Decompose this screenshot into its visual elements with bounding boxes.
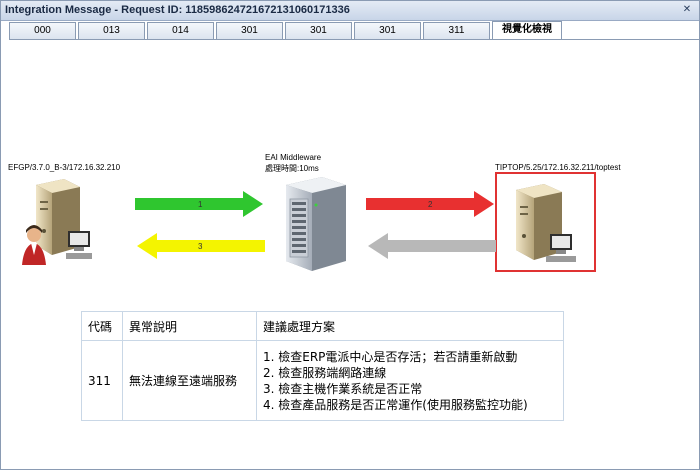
solution-cell: 1. 檢查ERP電派中心是否存活；若否請重新啟動 2. 檢查服務端網路連線 3.… bbox=[256, 340, 564, 421]
tab-311[interactable]: 311 bbox=[423, 22, 490, 39]
right-node-label: TIPTOP/5.25/172.16.32.211/toptest bbox=[495, 163, 621, 172]
arrow-3-label: 3 bbox=[198, 242, 203, 251]
right-node-highlight bbox=[495, 172, 596, 272]
left-node-label: EFGP/3.7.0_B-3/172.16.32.210 bbox=[8, 163, 121, 172]
middle-node-label: EAI Middleware bbox=[265, 153, 322, 162]
header-description: 異常說明 bbox=[122, 311, 257, 341]
error-table: 代碼 異常說明 建議處理方案 311 無法連線至遠端服務 1. 檢查ERP電派中… bbox=[81, 311, 564, 421]
rack-server-icon bbox=[286, 177, 346, 271]
tab-301-a[interactable]: 301 bbox=[216, 22, 283, 39]
arrow-4-left-icon bbox=[368, 233, 496, 259]
error-description-cell: 無法連線至遠端服務 bbox=[122, 340, 257, 421]
close-icon[interactable]: ✕ bbox=[681, 4, 693, 16]
tab-301-b[interactable]: 301 bbox=[285, 22, 352, 39]
error-table-header: 代碼 異常說明 建議處理方案 bbox=[81, 311, 564, 341]
error-code-cell: 311 bbox=[81, 340, 123, 421]
tab-bar: 000 013 014 301 301 301 311 視覺化檢視 bbox=[9, 21, 699, 40]
header-solution: 建議處理方案 bbox=[256, 311, 564, 341]
window-title: Integration Message - Request ID: 118598… bbox=[5, 4, 350, 16]
arrow-1-label: 1 bbox=[198, 200, 203, 209]
header-code: 代碼 bbox=[81, 311, 123, 341]
tab-000[interactable]: 000 bbox=[9, 22, 76, 39]
table-row: 311 無法連線至遠端服務 1. 檢查ERP電派中心是否存活；若否請重新啟動 2… bbox=[81, 340, 564, 421]
arrow-2-label: 2 bbox=[428, 200, 433, 209]
solution-item: 1. 檢查ERP電派中心是否存活；若否請重新啟動 bbox=[263, 349, 518, 364]
server-user-icon bbox=[22, 179, 92, 265]
tab-visual-view[interactable]: 視覺化檢視 bbox=[492, 21, 562, 39]
title-bar: Integration Message - Request ID: 118598… bbox=[1, 1, 699, 21]
tab-014[interactable]: 014 bbox=[147, 22, 214, 39]
tab-013[interactable]: 013 bbox=[78, 22, 145, 39]
solution-item: 2. 檢查服務端網路連線 bbox=[263, 365, 387, 380]
solution-item: 3. 檢查主機作業系統是否正常 bbox=[263, 381, 423, 396]
tab-301-c[interactable]: 301 bbox=[354, 22, 421, 39]
middle-node-timing: 處理時間:10ms bbox=[265, 164, 319, 173]
solution-item: 4. 檢查產品服務是否正常運作(使用服務監控功能) bbox=[263, 397, 528, 412]
